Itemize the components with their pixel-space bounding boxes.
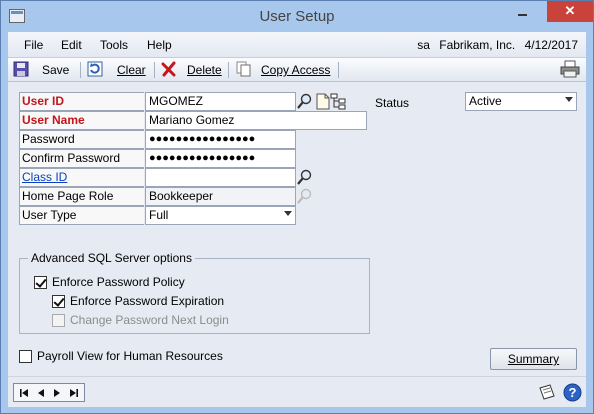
- enforce-password-policy-label: Enforce Password Policy: [52, 275, 185, 289]
- menu-help[interactable]: Help: [147, 38, 172, 52]
- user-type-label: User Type: [19, 206, 144, 225]
- record-navigation: [13, 383, 85, 402]
- title-bar[interactable]: User Setup ✕: [1, 1, 593, 32]
- home-page-role-lookup-icon: [297, 188, 312, 204]
- previous-record-icon[interactable]: [36, 388, 46, 398]
- printer-icon[interactable]: [560, 60, 580, 78]
- checkbox-box[interactable]: [52, 314, 65, 327]
- copy-access-button[interactable]: Copy Access: [261, 62, 330, 79]
- save-icon: [13, 61, 29, 77]
- delete-button[interactable]: Delete: [187, 62, 222, 79]
- window-title: User Setup: [259, 8, 335, 25]
- menu-bar: File Edit Tools Help sa Fabrikam, Inc. 4…: [8, 32, 586, 58]
- delete-label: Delete: [187, 63, 222, 77]
- home-page-role-value: Bookkeeper: [145, 187, 296, 206]
- confirm-password-input[interactable]: ●●●●●●●●●●●●●●●●: [145, 149, 296, 168]
- toolbar-separator: [154, 62, 155, 78]
- status-select[interactable]: Active: [465, 92, 577, 111]
- note-icon[interactable]: [538, 384, 556, 401]
- sql-options-title: Advanced SQL Server options: [28, 251, 195, 265]
- user-type-select[interactable]: Full: [145, 206, 296, 225]
- user-name-label: User Name: [19, 111, 144, 130]
- client-area: File Edit Tools Help sa Fabrikam, Inc. 4…: [8, 32, 586, 407]
- class-id-link[interactable]: Class ID: [19, 168, 144, 187]
- save-button[interactable]: Save: [42, 62, 69, 79]
- class-id-lookup-icon[interactable]: [296, 169, 313, 186]
- menu-file[interactable]: File: [24, 38, 43, 52]
- toolbar-separator: [80, 62, 81, 78]
- user-id-label: User ID: [19, 92, 144, 111]
- hierarchy-icon[interactable]: [330, 93, 347, 110]
- user-id-lookup-icon[interactable]: [296, 93, 313, 110]
- summary-button[interactable]: Summary: [490, 348, 577, 370]
- session-company: Fabrikam, Inc.: [439, 38, 516, 52]
- session-info: sa Fabrikam, Inc. 4/12/2017: [411, 38, 578, 52]
- home-page-role-label: Home Page Role: [19, 187, 144, 206]
- session-date: 4/12/2017: [524, 38, 578, 52]
- checkbox-box[interactable]: [34, 276, 47, 289]
- change-password-next-login-label: Change Password Next Login: [70, 313, 229, 327]
- next-record-icon[interactable]: [52, 388, 62, 398]
- confirm-password-label: Confirm Password: [19, 149, 144, 168]
- toolbar-separator: [338, 62, 339, 78]
- menu-edit[interactable]: Edit: [61, 38, 82, 52]
- toolbar: Save Clear Delete Copy Access: [8, 58, 586, 82]
- class-id-input[interactable]: [145, 168, 296, 187]
- close-button[interactable]: ✕: [547, 1, 593, 22]
- summary-label: Summary: [507, 352, 560, 366]
- user-setup-window: User Setup ✕ File Edit Tools Help sa Fab…: [0, 0, 594, 414]
- checkbox-box[interactable]: [19, 350, 32, 363]
- session-user: sa: [417, 38, 430, 52]
- delete-icon: [161, 61, 176, 77]
- clear-icon: [87, 61, 103, 77]
- user-id-input[interactable]: MGOMEZ: [145, 92, 296, 111]
- sql-options-group: Advanced SQL Server options Enforce Pass…: [19, 251, 370, 334]
- chevron-down-icon: [284, 211, 292, 216]
- minimize-button[interactable]: [509, 1, 536, 22]
- status-value: Active: [469, 94, 502, 108]
- user-name-input[interactable]: Mariano Gomez: [145, 111, 367, 130]
- toolbar-separator: [228, 62, 229, 78]
- first-record-icon[interactable]: [19, 388, 29, 398]
- user-type-value: Full: [149, 208, 169, 222]
- clear-button[interactable]: Clear: [117, 62, 146, 79]
- password-label: Password: [19, 130, 144, 149]
- bottom-bar: ?: [8, 376, 586, 407]
- clear-label: Clear: [117, 63, 146, 77]
- password-input[interactable]: ●●●●●●●●●●●●●●●●: [145, 130, 296, 149]
- user-setup-form: User ID MGOMEZ User Name Mariano Gomez P…: [8, 82, 586, 382]
- last-record-icon[interactable]: [69, 388, 79, 398]
- chevron-down-icon: [565, 97, 573, 102]
- svg-text:?: ?: [569, 385, 577, 400]
- help-icon[interactable]: ?: [563, 383, 582, 402]
- payroll-view-label: Payroll View for Human Resources: [37, 349, 223, 363]
- new-note-icon[interactable]: [314, 93, 331, 110]
- copy-access-label: Copy Access: [261, 63, 331, 77]
- menu-tools[interactable]: Tools: [100, 38, 128, 52]
- enforce-password-expiration-label: Enforce Password Expiration: [70, 294, 225, 308]
- copy-icon: [236, 61, 251, 77]
- checkbox-box[interactable]: [52, 295, 65, 308]
- status-label: Status: [375, 96, 410, 110]
